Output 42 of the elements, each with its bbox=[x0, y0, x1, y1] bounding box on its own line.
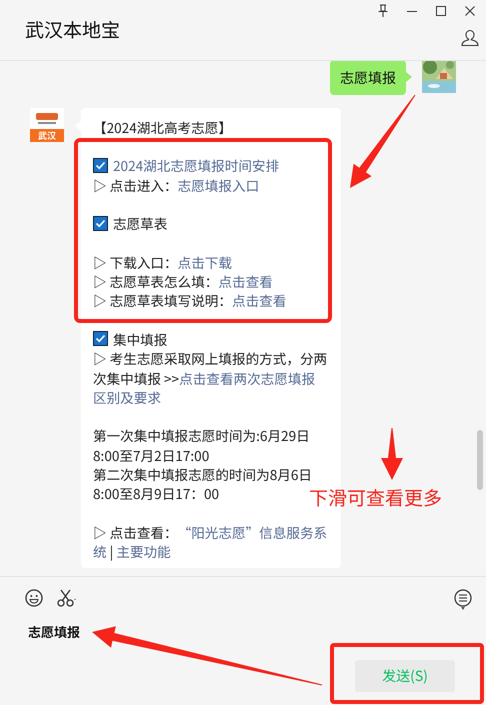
window-title: 武汉本地宝 bbox=[25, 16, 120, 42]
message-text: 【2024湖北高考志愿】 bbox=[93, 116, 232, 137]
message-text: ▷ 志愿草表填写说明： bbox=[93, 290, 232, 310]
annotation-text: 下滑可查看更多 bbox=[309, 484, 442, 511]
message-link[interactable]: 点击查看两次志愿填报 bbox=[179, 368, 316, 388]
pin-icon[interactable] bbox=[377, 4, 389, 18]
checkbox-icon bbox=[93, 158, 108, 173]
checkbox-icon bbox=[93, 331, 108, 346]
user-icon[interactable] bbox=[461, 29, 479, 47]
maximize-icon[interactable] bbox=[435, 4, 447, 18]
message-link[interactable]: 统 bbox=[93, 541, 107, 562]
annotation-arrow bbox=[381, 428, 403, 480]
message-text: 8:00至7月2日17:00 bbox=[93, 444, 210, 465]
scrollbar[interactable] bbox=[477, 430, 483, 490]
message-text: 8:00至8月9日17：00 bbox=[93, 483, 220, 504]
message-text: 次集中填报 >> bbox=[93, 368, 180, 388]
message-link[interactable]: 志愿填报入口 bbox=[178, 174, 260, 195]
chat-history-icon[interactable] bbox=[454, 589, 472, 611]
close-icon[interactable] bbox=[464, 4, 476, 18]
emoji-icon[interactable] bbox=[25, 589, 43, 607]
message-link[interactable]: 点击下载 bbox=[178, 252, 232, 272]
avatar-label: 武汉 bbox=[30, 129, 64, 142]
message-text: ▷ 考生志愿采取网上填报的方式，分两 bbox=[93, 348, 328, 368]
message-input[interactable]: 志愿填报 bbox=[28, 622, 80, 641]
message-text: 第一次集中填报志愿时间为:6月29日 bbox=[93, 425, 310, 446]
bubble-tail bbox=[406, 72, 412, 82]
message-link[interactable]: 点击查看 bbox=[232, 290, 286, 310]
message-bubble: 志愿填报 bbox=[330, 61, 406, 95]
message-link[interactable]: 区别及要求 bbox=[93, 386, 161, 407]
message-text: 集中填报 bbox=[113, 328, 168, 349]
message-link[interactable]: 点击查看 bbox=[218, 271, 273, 292]
message-link[interactable]: “阳光志愿”信息服务系 bbox=[178, 522, 328, 542]
message-text: 第二次集中填报志愿的时间为8月6日 bbox=[93, 464, 312, 484]
checkbox-icon bbox=[93, 216, 108, 231]
message-link[interactable]: 主要功能 bbox=[116, 541, 171, 562]
message-text: | bbox=[108, 541, 114, 562]
message-text: ▷ 点击查看： bbox=[93, 522, 178, 542]
message-text: ▷ 点击进入： bbox=[93, 174, 178, 195]
message-text: ▷ 志愿草表怎么填： bbox=[93, 271, 218, 292]
message-text: 志愿草表 bbox=[113, 213, 168, 234]
message-text: ▷ 下载入口： bbox=[93, 252, 178, 272]
message-link[interactable]: 2024湖北志愿填报时间安排 bbox=[113, 155, 280, 176]
